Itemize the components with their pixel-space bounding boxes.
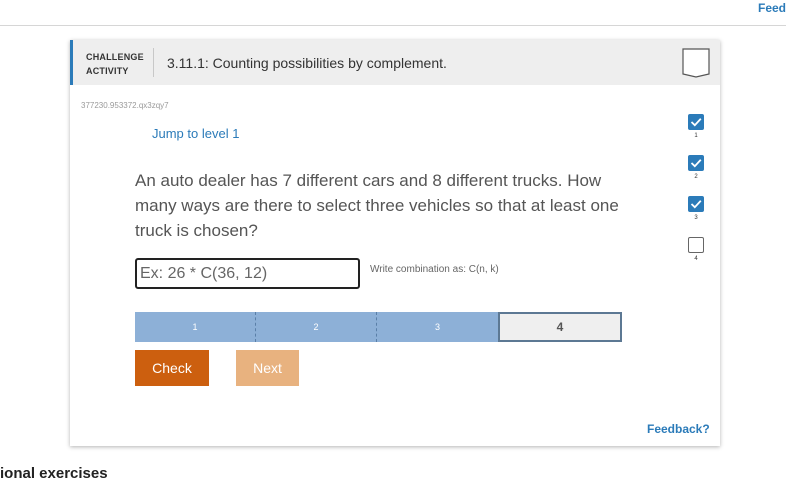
- level-indicator-1[interactable]: 1: [687, 114, 707, 148]
- progress-segment-3: 3: [377, 312, 498, 342]
- level-number: 2: [694, 174, 698, 180]
- level-indicator-3[interactable]: 3: [687, 196, 707, 230]
- checkbox-checked-icon: [688, 114, 704, 130]
- level-indicator-2[interactable]: 2: [687, 155, 707, 189]
- activity-header: CHALLENGE ACTIVITY 3.11.1: Counting poss…: [70, 40, 720, 85]
- activity-title: 3.11.1: Counting possibilities by comple…: [167, 55, 447, 71]
- bookmark-icon[interactable]: [682, 48, 710, 78]
- progress-segment-1: 1: [135, 312, 256, 342]
- activity-type-line1: CHALLENGE: [86, 52, 144, 62]
- level-number: 4: [694, 256, 698, 262]
- activity-type-label: CHALLENGE ACTIVITY: [86, 50, 144, 78]
- challenge-activity-card: CHALLENGE ACTIVITY 3.11.1: Counting poss…: [70, 40, 720, 446]
- section-heading: ional exercises: [0, 465, 108, 482]
- level-indicator-4[interactable]: 4: [687, 237, 707, 271]
- jump-to-level-link[interactable]: Jump to level 1: [152, 126, 239, 141]
- feed-link[interactable]: Feed: [758, 1, 786, 15]
- activity-id: 377230.953372.qx3zqy7: [81, 101, 169, 110]
- progress-segment-2: 2: [256, 312, 377, 342]
- top-bar: Feed: [0, 0, 786, 26]
- check-button[interactable]: Check: [135, 350, 209, 386]
- question-text: An auto dealer has 7 different cars and …: [135, 171, 619, 240]
- feedback-link[interactable]: Feedback?: [647, 422, 710, 436]
- progress-segment-4: 4: [498, 312, 622, 342]
- level-number: 1: [694, 133, 698, 139]
- activity-type-line2: ACTIVITY: [86, 66, 129, 76]
- answer-input[interactable]: [135, 258, 360, 289]
- level-progress-bar: 1 2 3 4: [135, 312, 622, 342]
- next-button[interactable]: Next: [236, 350, 299, 386]
- checkbox-empty-icon: [688, 237, 704, 253]
- checkbox-checked-icon: [688, 155, 704, 171]
- header-divider: [153, 48, 154, 77]
- checkbox-checked-icon: [688, 196, 704, 212]
- combination-hint: Write combination as: C(n, k): [370, 264, 499, 275]
- level-number: 3: [694, 215, 698, 221]
